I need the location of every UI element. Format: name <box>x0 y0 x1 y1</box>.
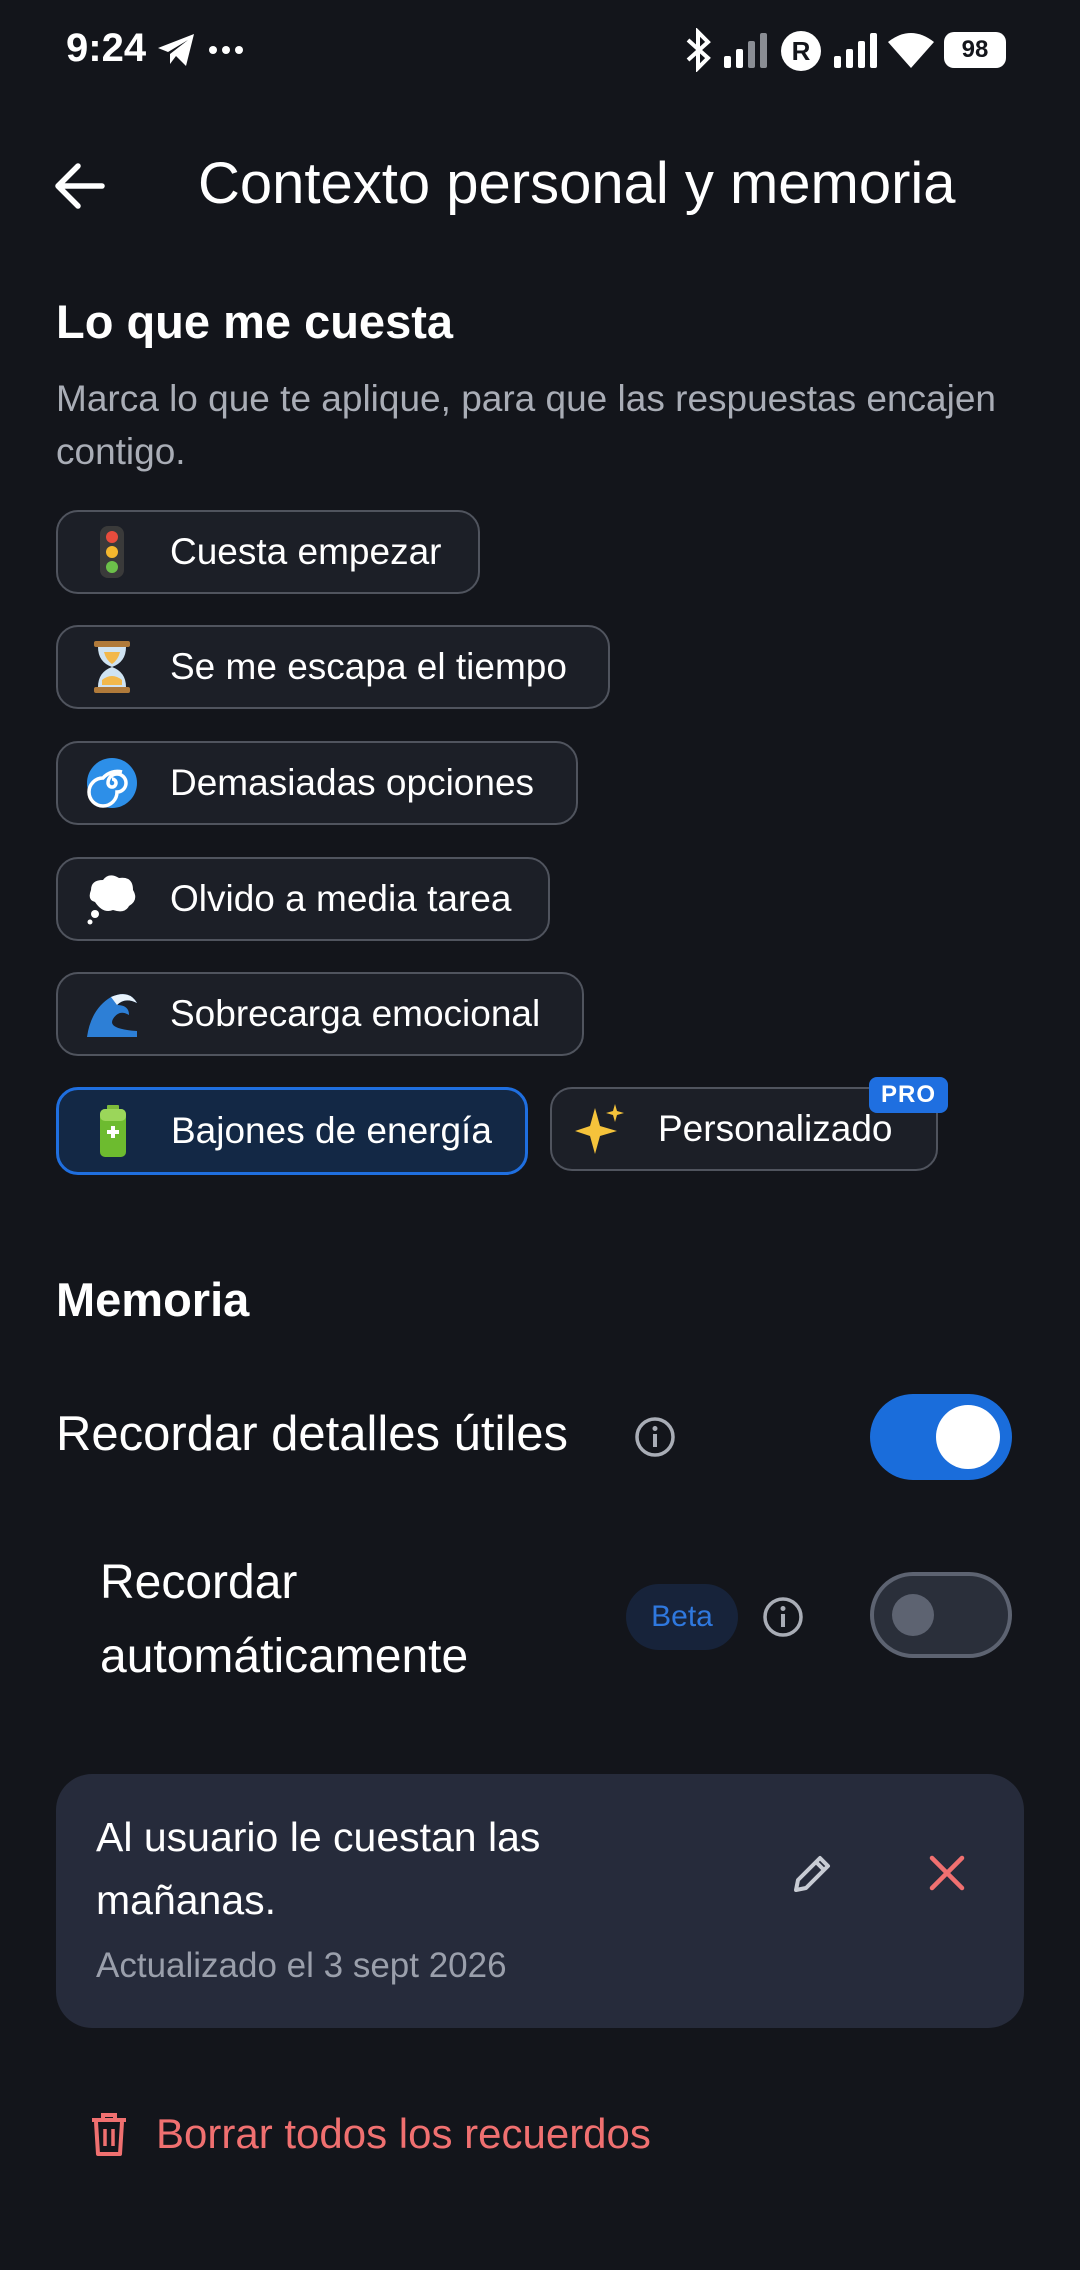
hourglass-icon <box>84 639 140 695</box>
memory-entry-text: Al usuario le cuestan las mañanas. <box>96 1814 541 1923</box>
pro-badge: PRO <box>868 1077 948 1113</box>
auto-remember-toggle[interactable] <box>870 1572 1012 1658</box>
memory-entry-card: Al usuario le cuestan las mañanas. Actua… <box>56 1774 1024 2028</box>
more-dots-icon <box>209 46 243 54</box>
edit-pencil-icon[interactable] <box>790 1850 836 1896</box>
close-icon[interactable] <box>928 1854 966 1892</box>
cyclone-icon <box>84 755 140 811</box>
chip-demasiadas-opciones[interactable]: Demasiadas opciones <box>56 741 578 825</box>
telegram-icon <box>158 34 194 66</box>
thought-bubble-icon <box>84 871 140 927</box>
battery-level: 98 <box>961 36 989 63</box>
memory-entry-date: Actualizado el 3 sept 2026 <box>96 1946 507 1985</box>
remember-details-label: Recordar detalles útiles <box>56 1407 569 1461</box>
struggles-heading: Lo que me cuesta <box>56 295 453 348</box>
chip-bajones-de-energia[interactable]: Bajones de energía <box>56 1087 528 1175</box>
wifi-icon <box>888 33 934 68</box>
chip-se-me-escapa-el-tiempo[interactable]: Se me escapa el tiempo <box>56 625 610 709</box>
chip-personalizado[interactable]: Personalizado PRO <box>550 1077 948 1171</box>
back-arrow-icon[interactable] <box>52 158 108 214</box>
svg-text:R: R <box>792 36 811 66</box>
remember-details-toggle[interactable] <box>870 1394 1012 1480</box>
bluetooth-icon <box>686 28 711 72</box>
beta-badge: Beta <box>626 1584 738 1650</box>
info-icon[interactable] <box>634 1416 676 1458</box>
signal-icon <box>834 33 877 68</box>
chip-label: Demasiadas opciones <box>170 762 535 803</box>
chip-label: Bajones de energía <box>171 1110 492 1151</box>
auto-remember-label: Recordar automáticamente <box>100 1546 580 1694</box>
status-bar: 9:24 R 98 <box>0 0 1080 100</box>
sparkles-icon <box>572 1101 628 1157</box>
chip-label: Se me escapa el tiempo <box>170 646 567 687</box>
chip-label: Cuesta empezar <box>170 531 442 572</box>
status-time: 9:24 <box>66 26 147 70</box>
auto-remember-label-line1: Recordar <box>100 1556 298 1609</box>
toggle-knob <box>936 1405 1000 1469</box>
chip-olvido-a-media-tarea[interactable]: Olvido a media tarea <box>56 857 550 941</box>
struggles-description: Marca lo que te aplique, para que las re… <box>56 378 996 472</box>
chip-label: Sobrecarga emocional <box>170 993 541 1034</box>
chip-sobrecarga-emocional[interactable]: Sobrecarga emocional <box>56 972 584 1056</box>
info-icon[interactable] <box>762 1596 804 1638</box>
delete-all-label: Borrar todos los recuerdos <box>156 2110 651 2157</box>
wave-icon <box>84 986 140 1042</box>
battery-icon <box>85 1103 141 1159</box>
roaming-icon: R <box>781 31 821 71</box>
chip-cuesta-empezar[interactable]: Cuesta empezar <box>56 510 480 594</box>
page-title: Contexto personal y memoria <box>198 151 956 216</box>
traffic-light-icon <box>84 524 140 580</box>
battery-icon: 98 <box>944 32 1006 68</box>
delete-all-memories-button[interactable]: Borrar todos los recuerdos <box>90 2110 651 2158</box>
memory-heading: Memoria <box>56 1273 250 1326</box>
chip-label: Olvido a media tarea <box>170 878 512 919</box>
chip-label: Personalizado <box>658 1108 893 1149</box>
signal-icon <box>724 33 767 68</box>
trash-icon <box>92 2113 126 2156</box>
auto-remember-label-line2: automáticamente <box>100 1630 469 1683</box>
toggle-knob <box>892 1594 934 1636</box>
